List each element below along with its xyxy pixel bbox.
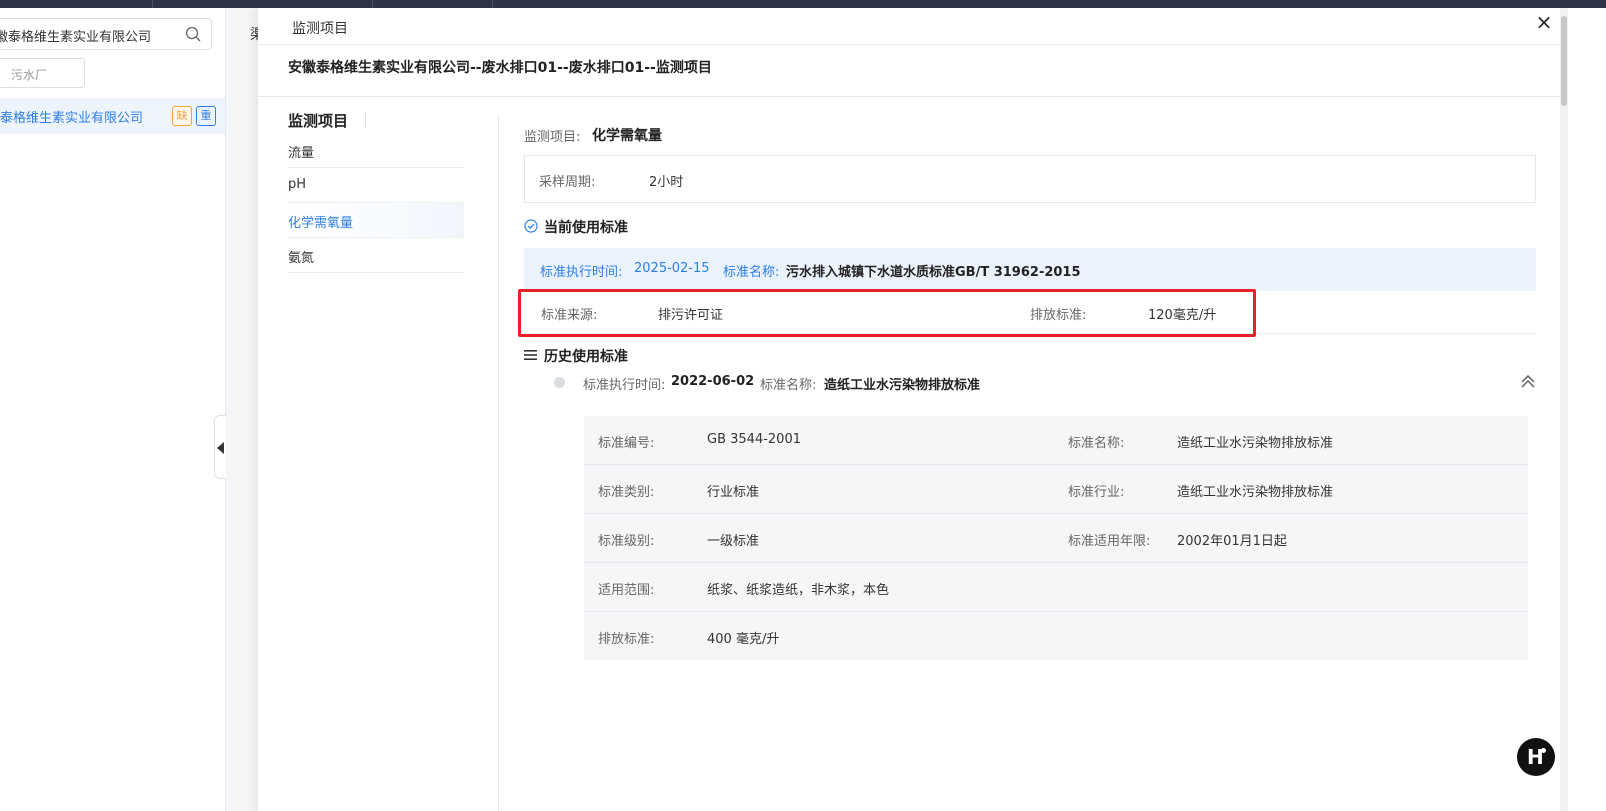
- drawer-scrollbar[interactable]: [1560, 8, 1568, 811]
- row-label: 标准行业:: [1068, 485, 1125, 500]
- close-icon[interactable]: ×: [1534, 12, 1554, 32]
- sampling-period-box: 采样周期: 2小时: [524, 155, 1536, 203]
- nav-item-label: 化学需氧量: [288, 216, 354, 231]
- timeline-dot: [554, 377, 565, 388]
- assistant-button[interactable]: H: [1517, 738, 1555, 776]
- collapse-handle[interactable]: [214, 415, 226, 479]
- current-exec-time-label: 标准执行时间:: [540, 265, 623, 280]
- row-value: 2002年01月1日起: [1177, 534, 1287, 549]
- nav-item-flow[interactable]: 流量: [288, 133, 464, 168]
- nav-item-label: 氨氮: [288, 251, 315, 266]
- history-exec-time-value: 2022-06-02: [671, 374, 755, 389]
- search-icon[interactable]: [185, 26, 201, 42]
- current-name-label: 标准名称:: [723, 265, 780, 280]
- table-row: 标准类别: 行业标准 标准行业: 造纸工业水污染物排放标准: [584, 465, 1528, 514]
- company-list-item[interactable]: 泰格维生素实业有限公司 缺 重: [0, 98, 226, 134]
- filter-chip-wastewater-plant[interactable]: 污水厂: [0, 58, 85, 88]
- current-exec-time-value: 2025-02-15: [634, 261, 710, 276]
- row-value: 行业标准: [707, 485, 760, 500]
- nav-item-cod[interactable]: 化学需氧量: [288, 203, 464, 238]
- drawer-header-divider: [258, 44, 1568, 45]
- row-value: 一级标准: [707, 534, 760, 549]
- key-tag: 重: [196, 106, 216, 126]
- row-label: 标准名称:: [1068, 436, 1125, 451]
- current-standard-title: 当前使用标准: [544, 220, 628, 236]
- monitoring-item-label: 监测项目:: [524, 130, 581, 145]
- current-name-value: 污水排入城镇下水道水质标准GB/T 31962-2015: [786, 265, 1081, 280]
- sampling-period-label: 采样周期:: [539, 175, 596, 190]
- company-name: 泰格维生素实业有限公司: [0, 111, 144, 126]
- row-value: 造纸工业水污染物排放标准: [1177, 485, 1334, 500]
- drawer-title: 监测项目: [292, 21, 348, 37]
- row-label: 标准类别:: [598, 485, 655, 500]
- table-row: 标准级别: 一级标准 标准适用年限: 2002年01月1日起: [584, 514, 1528, 563]
- assistant-logo-dot: [1541, 748, 1546, 753]
- company-search-input[interactable]: 徽泰格维生素实业有限公司: [0, 18, 212, 50]
- highlight-box: [518, 289, 1256, 337]
- history-exec-time-label: 标准执行时间:: [583, 378, 666, 393]
- nav-title-separator: [365, 113, 366, 127]
- row-value: 400 毫克/升: [707, 632, 780, 647]
- nav-item-ph[interactable]: pH: [288, 168, 464, 203]
- current-standard-summary: 标准执行时间: 2025-02-15 标准名称: 污水排入城镇下水道水质标准GB…: [524, 248, 1536, 291]
- list-icon: [524, 350, 537, 360]
- row-label: 适用范围:: [598, 583, 655, 598]
- row-value: 造纸工业水污染物排放标准: [1177, 436, 1334, 451]
- table-row: 适用范围: 纸浆、纸浆造纸，非木浆，本色: [584, 563, 1528, 612]
- top-app-bar: [0, 0, 1606, 8]
- row-value: GB 3544-2001: [707, 432, 801, 447]
- drawer-full-title: 安徽泰格维生素实业有限公司--废水排口01--废水排口01--监测项目: [288, 60, 712, 76]
- row-label: 标准编号:: [598, 436, 655, 451]
- background-page: 渠: [226, 8, 264, 811]
- monitoring-item-value: 化学需氧量: [592, 128, 662, 144]
- row-value: 纸浆、纸浆造纸，非木浆，本色: [707, 583, 890, 598]
- company-sidebar: 徽泰格维生素实业有限公司 污水厂 泰格维生素实业有限公司 缺 重: [0, 8, 226, 811]
- nav-item-label: 流量: [288, 146, 315, 161]
- nav-item-label: pH: [288, 177, 307, 192]
- history-name-label: 标准名称:: [760, 378, 817, 393]
- sampling-period-value: 2小时: [649, 175, 684, 190]
- nav-title: 监测项目: [288, 112, 349, 130]
- row-label: 标准级别:: [598, 534, 655, 549]
- table-row: 标准编号: GB 3544-2001 标准名称: 造纸工业水污染物排放标准: [584, 416, 1528, 465]
- row-label: 标准适用年限:: [1068, 534, 1151, 549]
- collapse-arrow-icon: [217, 442, 224, 454]
- filter-chip-label: 污水厂: [11, 68, 48, 82]
- check-circle-icon: [524, 219, 538, 233]
- scrollbar-thumb[interactable]: [1561, 16, 1567, 106]
- history-name-value: 造纸工业水污染物排放标准: [824, 378, 981, 393]
- search-value: 徽泰格维生素实业有限公司: [0, 30, 152, 45]
- title-divider: [258, 96, 1568, 97]
- history-standard-title: 历史使用标准: [544, 349, 628, 365]
- missing-tag: 缺: [172, 106, 192, 126]
- nav-item-ammonia[interactable]: 氨氮: [288, 238, 464, 273]
- monitoring-drawer: 监测项目 × 安徽泰格维生素实业有限公司--废水排口01--废水排口01--监测…: [258, 8, 1606, 811]
- table-row: 排放标准: 400 毫克/升: [584, 612, 1528, 661]
- history-standard-table: 标准编号: GB 3544-2001 标准名称: 造纸工业水污染物排放标准 标准…: [584, 416, 1528, 660]
- history-timeline-item: 标准执行时间: 2022-06-02 标准名称: 造纸工业水污染物排放标准: [554, 374, 1536, 394]
- chevron-up-icon[interactable]: [1520, 374, 1536, 390]
- row-label: 排放标准:: [598, 632, 655, 647]
- nav-divider: [498, 116, 499, 811]
